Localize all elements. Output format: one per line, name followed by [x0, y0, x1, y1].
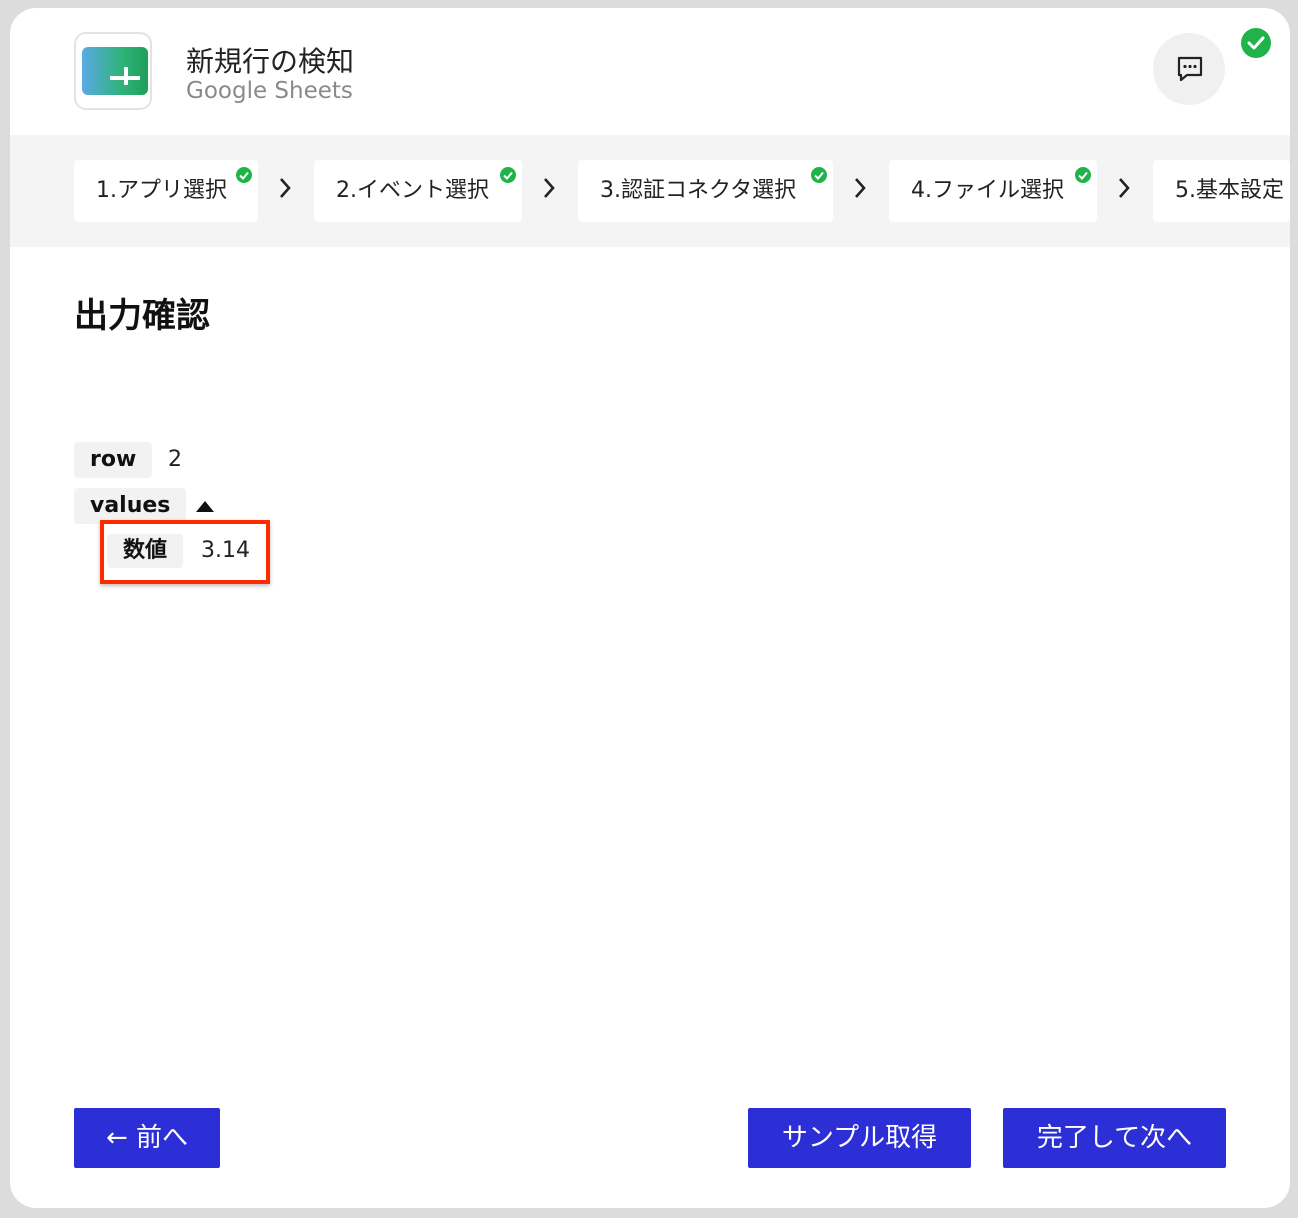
step-app-select[interactable]: 1.アプリ選択	[74, 160, 258, 222]
step-file-select[interactable]: 4.ファイル選択	[889, 160, 1097, 222]
chevron-right-icon	[855, 178, 866, 198]
field-key-row: row	[74, 442, 153, 478]
step-event-select[interactable]: 2.イベント選択	[314, 160, 522, 222]
prev-button[interactable]: ← 前へ	[74, 1108, 220, 1168]
google-sheets-icon	[74, 32, 152, 110]
check-circle-icon	[500, 167, 516, 183]
page-header-title: 新規行の検知	[186, 45, 355, 78]
field-value-row: 2	[168, 447, 182, 472]
chevron-right-icon	[280, 178, 291, 198]
trigger-settings-card: 新規行の検知 Google Sheets 1.アプリ選択 2.イベント選択 3.…	[10, 8, 1290, 1208]
field-key-values: values	[74, 488, 187, 524]
chevron-right-icon	[544, 178, 555, 198]
field-value-number: 3.14	[201, 538, 250, 563]
step-label: 5.基本設定	[1175, 178, 1284, 203]
step-basic-settings[interactable]: 5.基本設定	[1153, 160, 1290, 222]
sample-fetch-button[interactable]: サンプル取得	[748, 1108, 971, 1168]
step-label: 1.アプリ選択	[96, 178, 227, 203]
complete-next-button[interactable]: 完了して次へ	[1003, 1108, 1226, 1168]
chat-button[interactable]	[1153, 33, 1225, 105]
step-label: 4.ファイル選択	[911, 178, 1064, 203]
check-circle-icon	[236, 167, 252, 183]
check-circle-icon	[1241, 28, 1271, 58]
field-key-number: 数値	[107, 534, 184, 568]
step-navigation: 1.アプリ選択 2.イベント選択 3.認証コネクタ選択 4.ファイル選択 5.基…	[10, 135, 1290, 247]
step-connector-select[interactable]: 3.認証コネクタ選択	[578, 160, 833, 222]
caret-up-icon[interactable]	[195, 499, 215, 513]
chat-bubble-icon	[1177, 56, 1203, 82]
section-heading: 出力確認	[74, 296, 210, 336]
check-circle-icon	[1075, 167, 1091, 183]
step-label: 3.認証コネクタ選択	[600, 178, 797, 203]
step-label: 2.イベント選択	[336, 178, 489, 203]
page-header-subtitle: Google Sheets	[186, 78, 353, 104]
check-circle-icon	[811, 167, 827, 183]
chevron-right-icon	[1119, 178, 1130, 198]
